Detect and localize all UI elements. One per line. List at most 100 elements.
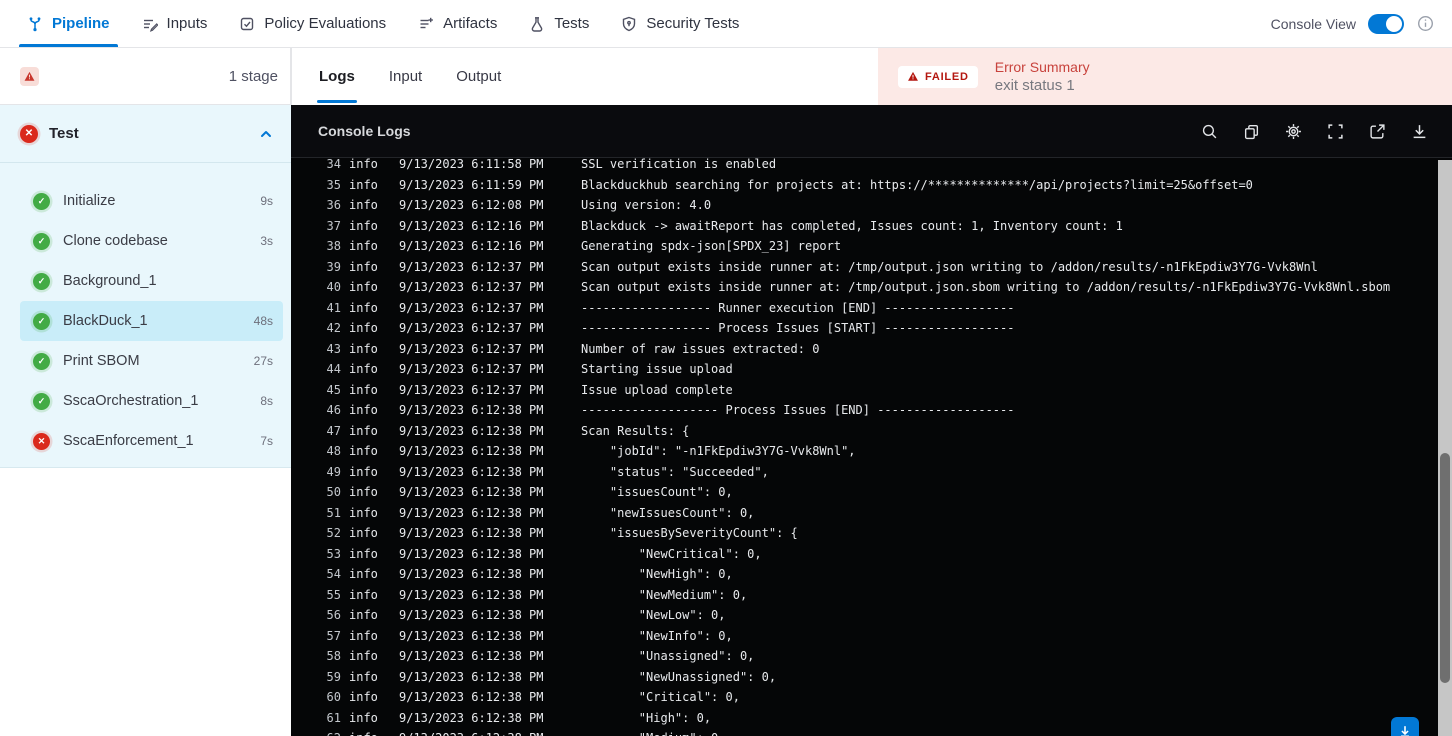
tab-artifacts[interactable]: Artifacts (416, 0, 499, 47)
log-timestamp: 9/13/2023 6:12:38 PM (399, 567, 544, 581)
log-message: "NewCritical": 0, (581, 546, 762, 561)
tab-security-tests[interactable]: Security Tests (619, 0, 741, 47)
log-level: info (349, 239, 378, 253)
step-name: BlackDuck_1 (63, 313, 148, 329)
log-message: "newIssuesCount": 0, (581, 505, 755, 520)
log-level: info (349, 526, 378, 540)
step-row[interactable]: Background_1 (20, 261, 283, 301)
log-timestamp: 9/13/2023 6:12:37 PM (399, 321, 544, 335)
console-scrollbar-thumb[interactable] (1440, 453, 1450, 683)
stage-header-test[interactable]: ✕ Test (0, 105, 291, 162)
step-row[interactable]: Clone codebase 3s (20, 221, 283, 261)
tab-input[interactable]: Input (389, 48, 422, 105)
log-level: info (349, 669, 378, 684)
info-icon[interactable] (1416, 15, 1434, 33)
log-level: info (349, 628, 378, 643)
log-line-number: 46 (326, 403, 341, 417)
log-line-number: 39 (326, 259, 341, 274)
step-row[interactable]: SscaOrchestration_1 8s (20, 381, 283, 421)
log-line-number: 62 (291, 728, 341, 736)
log-timestamp: 9/13/2023 6:11:59 PM (399, 177, 544, 192)
search-icon[interactable] (1200, 122, 1218, 140)
log-line-number: 40 (326, 280, 341, 294)
execution-sidebar: 1 stage ✕ Test Initialize 9s Clone codeb… (0, 48, 291, 736)
step-duration: 3s (260, 234, 273, 248)
nav-right-controls: Console View (1271, 0, 1434, 47)
step-name: Initialize (63, 193, 116, 209)
scroll-to-bottom-button[interactable] (1391, 717, 1419, 736)
arrow-down-icon (1401, 726, 1409, 736)
log-line-number: 35 (326, 177, 341, 192)
open-in-new-icon[interactable] (1368, 122, 1386, 140)
log-level: info (349, 444, 378, 458)
log-line-number: 36 (326, 198, 341, 212)
console-actions (1200, 122, 1428, 140)
console-scrollbar[interactable] (1438, 160, 1452, 736)
log-timestamp: 9/13/2023 6:12:38 PM (399, 649, 544, 663)
step-name: SscaOrchestration_1 (63, 393, 199, 409)
log-line-number: 50 (326, 485, 341, 499)
tab-inputs[interactable]: Inputs (140, 0, 210, 47)
tab-artifacts-label: Artifacts (443, 15, 498, 32)
step-status-icon (33, 432, 50, 450)
status-badge: FAILED (898, 65, 978, 88)
step-row[interactable]: Initialize 9s (20, 181, 283, 221)
log-line: 58 info 9/13/2023 6:12:38 PM "Unassigned… (291, 646, 1452, 667)
log-message: "Critical": 0, (581, 690, 740, 704)
top-navigation: Pipeline Inputs Policy Evaluations Artif… (0, 0, 1452, 48)
console-log-viewport[interactable]: 34 info 9/13/2023 6:11:58 PM SSL verific… (291, 158, 1452, 736)
log-timestamp: 9/13/2023 6:12:37 PM (399, 280, 544, 294)
console-view-toggle[interactable] (1368, 13, 1404, 34)
log-level: info (349, 321, 378, 335)
log-message: "High": 0, (581, 710, 712, 725)
step-row[interactable]: Print SBOM 27s (20, 341, 283, 381)
log-line: 53 info 9/13/2023 6:12:38 PM "NewCritica… (291, 544, 1452, 565)
log-line: 43 info 9/13/2023 6:12:37 PM Number of r… (291, 339, 1452, 360)
log-message: "status": "Succeeded", (581, 464, 769, 479)
log-timestamp: 9/13/2023 6:12:38 PM (399, 485, 544, 499)
log-level: info (349, 382, 378, 397)
tab-pipeline-label: Pipeline (52, 15, 110, 32)
log-timestamp: 9/13/2023 6:11:58 PM (399, 158, 544, 171)
tab-output[interactable]: Output (456, 48, 501, 105)
step-name: Background_1 (63, 273, 157, 289)
flask-icon (529, 16, 545, 32)
log-timestamp: 9/13/2023 6:12:38 PM (399, 505, 544, 520)
tab-tests[interactable]: Tests (527, 0, 591, 47)
step-row[interactable]: SscaEnforcement_1 7s (20, 421, 283, 461)
log-line-number: 48 (326, 444, 341, 458)
log-line: 45 info 9/13/2023 6:12:37 PM Issue uploa… (291, 380, 1452, 401)
log-line: 48 info 9/13/2023 6:12:38 PM "jobId": "-… (291, 441, 1452, 462)
tab-policy-evaluations[interactable]: Policy Evaluations (237, 0, 388, 47)
fullscreen-icon[interactable] (1326, 122, 1344, 140)
step-status-icon (33, 232, 50, 250)
log-level: info (349, 280, 378, 294)
step-row[interactable]: BlackDuck_1 48s (20, 301, 283, 341)
log-level: info (349, 710, 378, 725)
log-line: 54 info 9/13/2023 6:12:38 PM "NewHigh": … (291, 564, 1452, 585)
log-message: Using version: 4.0 (581, 198, 712, 212)
log-line-number: 56 (326, 608, 341, 622)
settings-gear-icon[interactable] (1284, 122, 1302, 140)
log-level: info (349, 728, 379, 736)
copy-icon[interactable] (1242, 122, 1260, 140)
chevron-up-icon[interactable] (259, 127, 273, 141)
step-duration: 7s (260, 434, 273, 448)
log-message: Generating spdx-json[SPDX_23] report (581, 239, 842, 253)
pipeline-icon (27, 16, 43, 32)
toggle-knob (1386, 15, 1402, 32)
log-level: info (349, 403, 378, 417)
tab-pipeline[interactable]: Pipeline (19, 0, 118, 47)
artifacts-icon (418, 16, 434, 32)
console-header: Console Logs (291, 105, 1452, 158)
download-icon[interactable] (1410, 122, 1428, 140)
log-timestamp: 9/13/2023 6:12:38 PM (399, 628, 544, 643)
log-line: 52 info 9/13/2023 6:12:38 PM "issuesBySe… (291, 523, 1452, 544)
log-message: ------------------ Runner execution [END… (581, 300, 1015, 315)
log-level: info (349, 608, 378, 622)
tab-logs[interactable]: Logs (317, 48, 357, 105)
log-line: 34 info 9/13/2023 6:11:58 PM SSL verific… (291, 158, 1452, 175)
log-level: info (349, 198, 378, 212)
log-line: 59 info 9/13/2023 6:12:38 PM "NewUnassig… (291, 667, 1452, 688)
log-message: Blackduck -> awaitReport has completed, … (581, 218, 1123, 233)
